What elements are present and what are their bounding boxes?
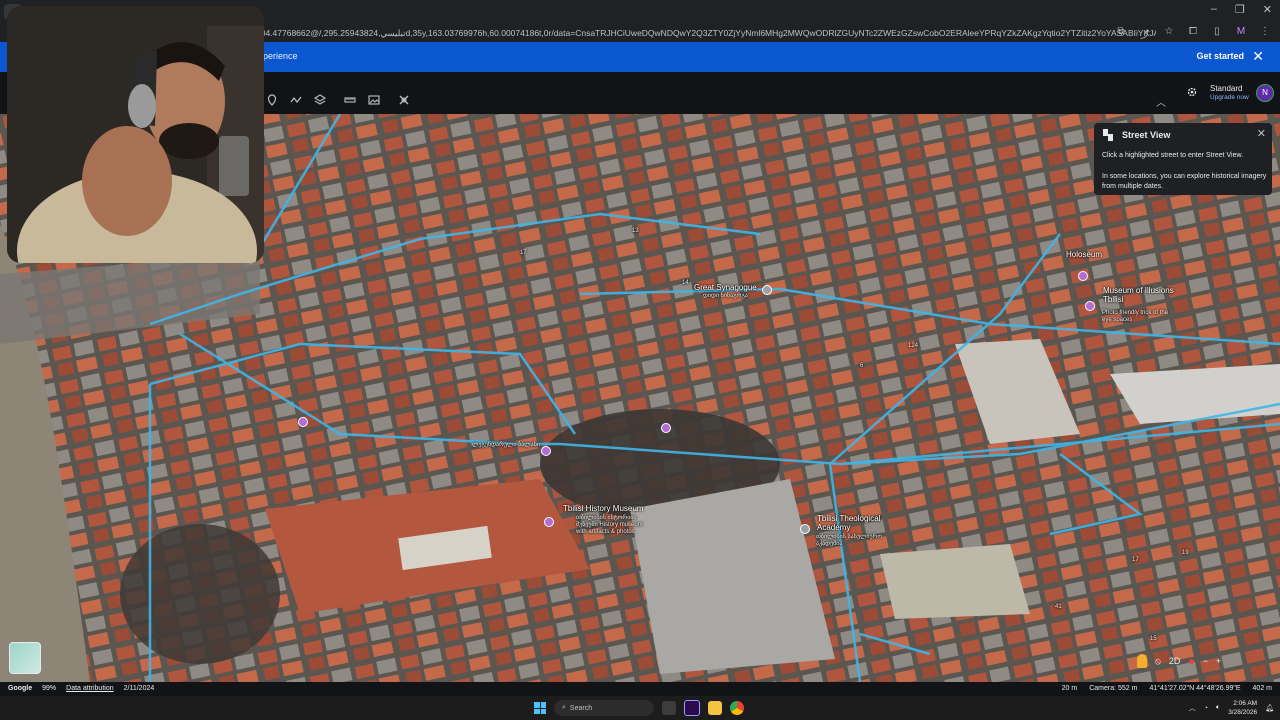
address-number: 13 — [632, 228, 639, 234]
museum-of-illusions-pin-icon[interactable] — [1085, 301, 1095, 311]
plan-title: Standard — [1210, 84, 1243, 93]
file-explorer-icon[interactable] — [708, 701, 722, 715]
draw-path-icon[interactable] — [289, 93, 303, 107]
plan-info[interactable]: Standard Upgrade now — [1210, 84, 1249, 101]
tools-icon[interactable] — [397, 93, 411, 107]
menu-icon[interactable]: ⋮ — [1258, 26, 1272, 41]
system-tray: ︿ ◔ 🔈︎ 2:06 AM 3/28/2026 🔔︎ — [1189, 699, 1274, 717]
google-logo: Google — [8, 685, 33, 692]
academy-pin-icon[interactable] — [800, 524, 810, 534]
get-started-button[interactable]: Get started — [1196, 51, 1244, 61]
start-icon[interactable] — [534, 702, 546, 714]
poi-label[interactable]: Great Synagogue — [694, 283, 757, 292]
extensions-puzzle-icon[interactable]: ⧠ — [1186, 26, 1200, 41]
rotate-disabled-icon[interactable]: ⦸ — [1155, 656, 1161, 667]
windows-taskbar: ⌕ Search ︿ ◔ 🔈︎ 2:06 AM 3/28/2026 🔔︎ — [0, 696, 1280, 720]
webcam-overlay — [7, 6, 264, 263]
coordinates: 41°41'27.02"N 44°48'26.99"E — [1149, 685, 1241, 692]
address-number: 15 — [1150, 636, 1157, 642]
extension-icon[interactable]: ⧉ — [1114, 26, 1128, 41]
search-placeholder: Search — [569, 704, 593, 712]
holoseum-pin-icon[interactable] — [1078, 271, 1088, 281]
map-style-thumbnail[interactable] — [9, 642, 41, 674]
map-controls: ⦸ 2D ⬥ − + — [1137, 654, 1221, 668]
zoom-in-icon[interactable]: + — [1216, 656, 1221, 666]
layers-icon[interactable] — [313, 93, 327, 107]
chevron-up-icon[interactable]: ︿ — [1156, 94, 1166, 109]
premiere-icon[interactable] — [684, 700, 700, 716]
upgrade-link[interactable]: Upgrade now — [1210, 94, 1249, 101]
window-controls: – ❐ ✕ — [1211, 3, 1272, 16]
loading-progress: 99% — [42, 685, 57, 692]
elevation: 402 m — [1252, 685, 1272, 692]
address-bar-icons: ⧉ ⤴ ☆ ⧠ ▯ M ⋮ — [1114, 26, 1272, 41]
chrome-icon[interactable] — [730, 701, 744, 715]
street-view-close-icon[interactable]: ✕ — [1257, 127, 1266, 140]
address-number: 19 — [1182, 550, 1189, 556]
wifi-icon[interactable]: ◔ — [1204, 705, 1208, 712]
street-view-title: Street View — [1122, 130, 1171, 140]
address-number: 6 — [860, 363, 864, 369]
clock[interactable]: 2:06 AM 3/28/2026 — [1228, 699, 1257, 717]
poi-label[interactable]: Tbilisi Theological Academy — [817, 514, 887, 532]
imagery-date: 2/11/2024 — [123, 685, 155, 692]
camera-altitude: Camera: 552 m — [1089, 685, 1138, 692]
street-view-panel: Street View ✕ Click a highlighted street… — [1094, 123, 1272, 195]
restore-icon[interactable]: ❐ — [1235, 3, 1245, 16]
banner-close-icon[interactable]: ✕ — [1252, 48, 1264, 65]
scale-label: 20 m — [1061, 685, 1078, 692]
poi-sublabel: ლეგენდარული ბალახი — [472, 442, 540, 448]
data-attribution-link[interactable]: Data attribution — [66, 685, 113, 692]
compass-icon[interactable]: ⬥ — [1188, 656, 1194, 667]
profile-icon[interactable]: M — [1234, 26, 1248, 41]
address-number: 41 — [1055, 604, 1062, 610]
poi-label[interactable]: Museum of Illusions Tbilisi — [1103, 286, 1177, 304]
taskbar-search[interactable]: ⌕ Search — [554, 700, 654, 716]
side-panel-icon[interactable]: ▯ — [1210, 26, 1224, 41]
address-number: 124 — [908, 343, 919, 349]
clock-date: 3/28/2026 — [1228, 709, 1258, 716]
poi-label[interactable]: Tbilisi History Museum — [563, 504, 643, 513]
volume-icon[interactable]: 🔈︎ — [1216, 704, 1220, 712]
poi-sublabel: დიდი სინაგოგა — [703, 293, 748, 299]
banner-text: perience — [263, 51, 298, 61]
street-view-icon — [1103, 129, 1113, 141]
url-text[interactable]: 104.47768662@/,تبليسي,295.25943824d,35y,… — [256, 26, 1156, 40]
address-number: 17 — [1132, 557, 1139, 563]
tool-group — [265, 93, 411, 107]
task-view-icon[interactable] — [662, 701, 676, 715]
clock-time: 2:06 AM — [1233, 700, 1258, 707]
pegman-icon[interactable] — [1137, 654, 1147, 668]
address-number: 14 — [682, 280, 689, 286]
poi-sublabel: თბილისის სასულიერო აკადემია — [816, 534, 883, 547]
ruler-icon[interactable] — [343, 93, 357, 107]
poi-pin-icon[interactable] — [661, 423, 671, 433]
poi-pin-icon[interactable] — [298, 417, 308, 427]
street-view-hint-historical: In some locations, you can explore histo… — [1102, 173, 1267, 190]
history-museum-pin-icon[interactable] — [544, 517, 554, 527]
poi-pin-icon[interactable] — [541, 446, 551, 456]
notification-bell-icon[interactable]: 🔔︎ — [1265, 704, 1274, 712]
poi-sublabel: Photo friendly trick of the eye spaces — [1102, 310, 1169, 323]
poi-sublabel: თბილისის ისტორიის მუზეუმი History museum… — [576, 515, 643, 535]
street-view-hint: Click a highlighted street to enter Stre… — [1102, 152, 1244, 159]
map-status-bar: Google 99% Data attribution 2/11/2024 20… — [0, 682, 1280, 696]
2d-toggle[interactable]: 2D — [1169, 656, 1181, 666]
share-icon[interactable]: ⤴ — [1138, 26, 1152, 41]
add-placemark-icon[interactable] — [265, 93, 279, 107]
zoom-out-icon[interactable]: − — [1203, 656, 1208, 666]
settings-gear-icon[interactable] — [1186, 86, 1198, 98]
avatar[interactable]: N — [1256, 84, 1274, 102]
screenshot-icon[interactable] — [367, 93, 381, 107]
tray-chevron-icon[interactable]: ︿ — [1189, 703, 1196, 713]
close-window-icon[interactable]: ✕ — [1263, 3, 1272, 16]
address-number: 17 — [520, 250, 527, 256]
bookmark-star-icon[interactable]: ☆ — [1162, 26, 1176, 41]
minimize-icon[interactable]: – — [1211, 3, 1217, 16]
search-icon: ⌕ — [562, 704, 566, 711]
poi-label[interactable]: Holoseum — [1066, 250, 1102, 259]
webcam-person-image — [7, 6, 264, 263]
